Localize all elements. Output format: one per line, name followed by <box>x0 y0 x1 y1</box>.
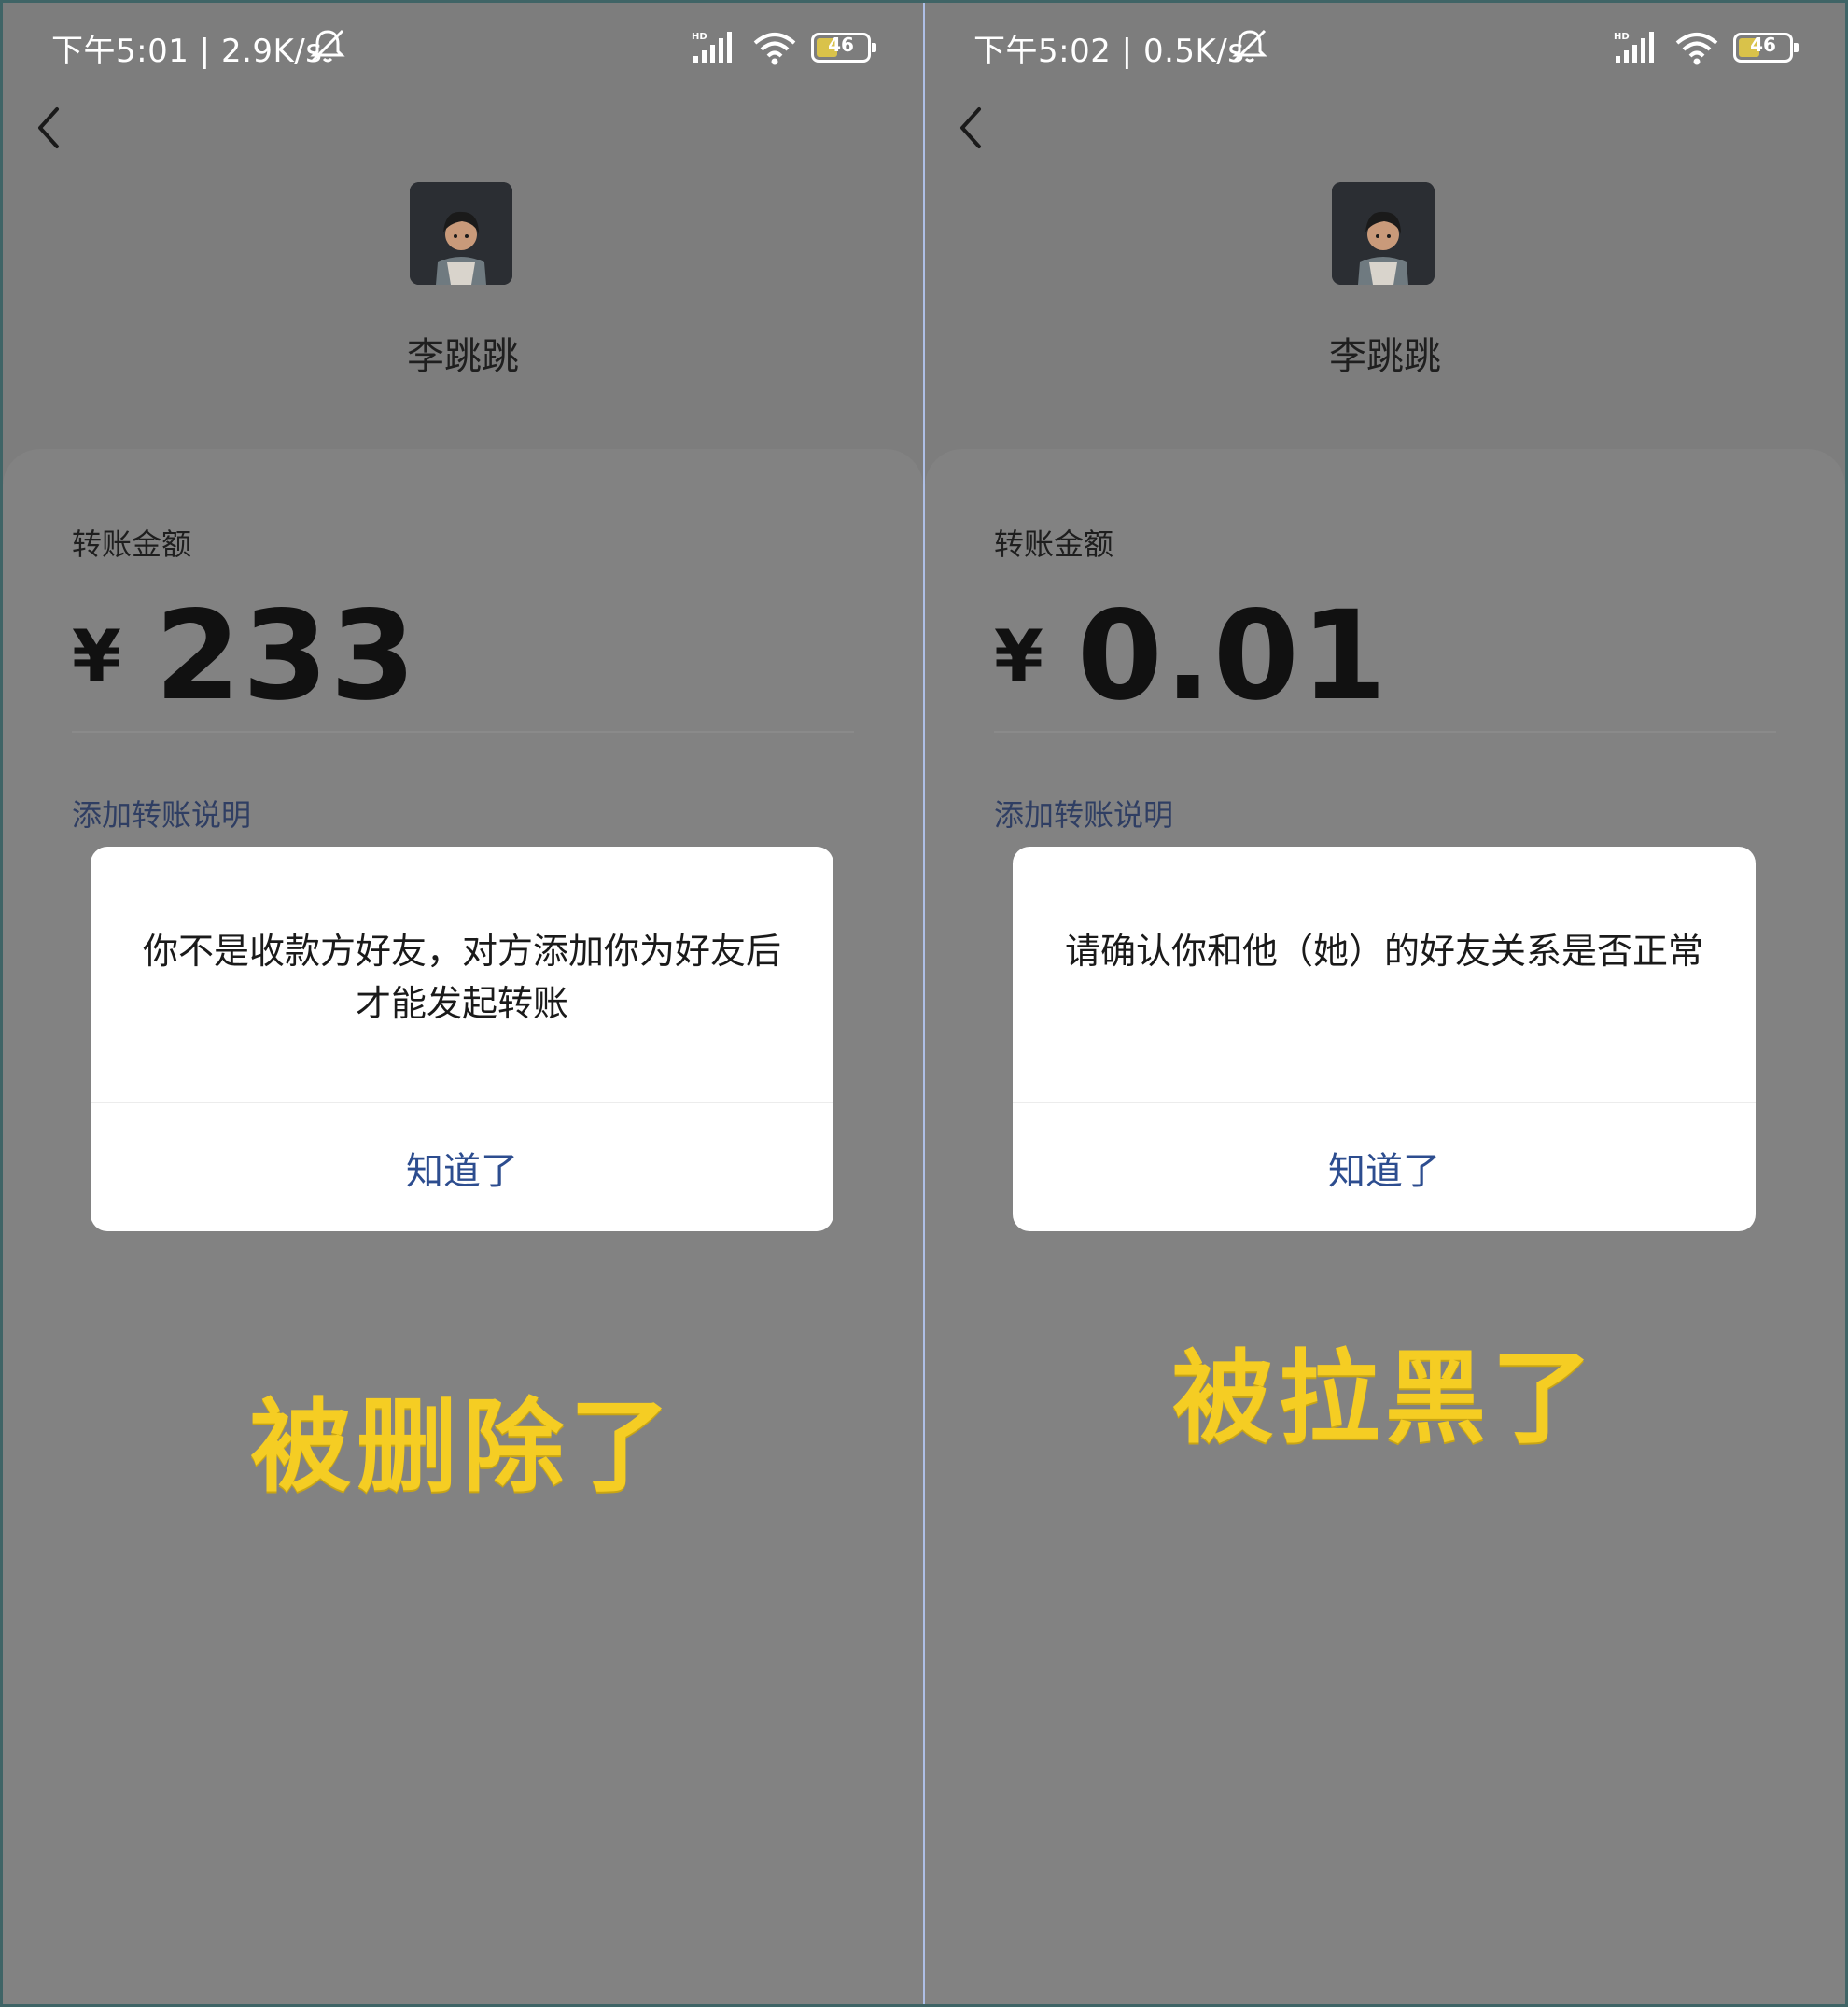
avatar <box>410 182 512 285</box>
status-time: 下午5:02 <box>973 33 1112 70</box>
dialog-ok-button[interactable]: 知道了 <box>1013 1103 1756 1231</box>
amount-underline <box>994 731 1776 733</box>
add-note-link[interactable]: 添加转账说明 <box>72 792 251 835</box>
caption-label: 被拉黑了 <box>1171 1340 1598 1457</box>
avatar <box>1332 182 1435 285</box>
error-dialog: 你不是收款方好友，对方添加你为好友后才能发起转账 知道了 <box>91 847 833 1231</box>
currency-symbol: ¥ <box>72 614 121 697</box>
amount-value: 0.01 <box>1076 584 1389 728</box>
signal-icon: HD <box>692 32 732 63</box>
amount-underline <box>72 731 854 733</box>
panel-deleted: 下午5:01 | 2.9K/s HD 46 李跳跳 转账金额 ¥ 233 添加转… <box>3 3 923 2004</box>
status-bar: 下午5:01 | 2.9K/s HD 46 <box>3 3 923 89</box>
comparison-frame: 下午5:01 | 2.9K/s HD 46 李跳跳 转账金额 ¥ 233 添加转… <box>3 3 1845 2004</box>
status-time-speed: 下午5:02 | 0.5K/s <box>973 33 1245 70</box>
wifi-icon <box>753 33 796 65</box>
error-dialog: 请确认你和他（她）的好友关系是否正常 知道了 <box>1013 847 1756 1231</box>
dialog-ok-button[interactable]: 知道了 <box>91 1103 833 1231</box>
back-icon[interactable] <box>31 104 68 152</box>
status-bar: 下午5:02 | 0.5K/s HD 46 <box>925 3 1845 89</box>
add-note-link[interactable]: 添加转账说明 <box>994 792 1173 835</box>
battery-level: 46 <box>1750 34 1776 56</box>
dialog-message: 请确认你和他（她）的好友关系是否正常 <box>1064 931 1703 972</box>
amount-row[interactable]: ¥ 233 <box>72 591 417 722</box>
caption-label: 被删除了 <box>249 1389 676 1506</box>
payee-name: 李跳跳 <box>1329 335 1441 378</box>
battery-icon: 46 <box>1733 33 1799 63</box>
payee-name: 李跳跳 <box>407 335 519 378</box>
svg-text:HD: HD <box>1614 32 1630 42</box>
amount-label: 转账金额 <box>72 526 192 562</box>
status-right: HD 46 <box>692 29 876 66</box>
status-time-speed: 下午5:01 | 2.9K/s <box>51 33 323 70</box>
mute-icon <box>1232 29 1267 63</box>
amount-value: 233 <box>154 584 418 728</box>
battery-level: 46 <box>828 34 854 56</box>
svg-text:HD: HD <box>692 32 707 42</box>
wifi-icon <box>1675 33 1718 65</box>
signal-icon: HD <box>1614 32 1654 63</box>
status-time: 下午5:01 <box>51 33 189 70</box>
avatar-image <box>410 182 512 285</box>
back-icon[interactable] <box>953 104 990 152</box>
amount-row[interactable]: ¥ 0.01 <box>994 591 1389 722</box>
dialog-message: 你不是收款方好友，对方添加你为好友后才能发起转账 <box>142 931 781 1024</box>
status-right: HD 46 <box>1614 29 1799 66</box>
panel-blocked: 下午5:02 | 0.5K/s HD 46 李跳跳 转账金额 ¥ 0.01 添加… <box>925 3 1845 2004</box>
mute-icon <box>310 29 345 63</box>
avatar-image <box>1332 182 1435 285</box>
amount-label: 转账金额 <box>994 526 1114 562</box>
battery-icon: 46 <box>811 33 876 63</box>
currency-symbol: ¥ <box>994 614 1043 697</box>
